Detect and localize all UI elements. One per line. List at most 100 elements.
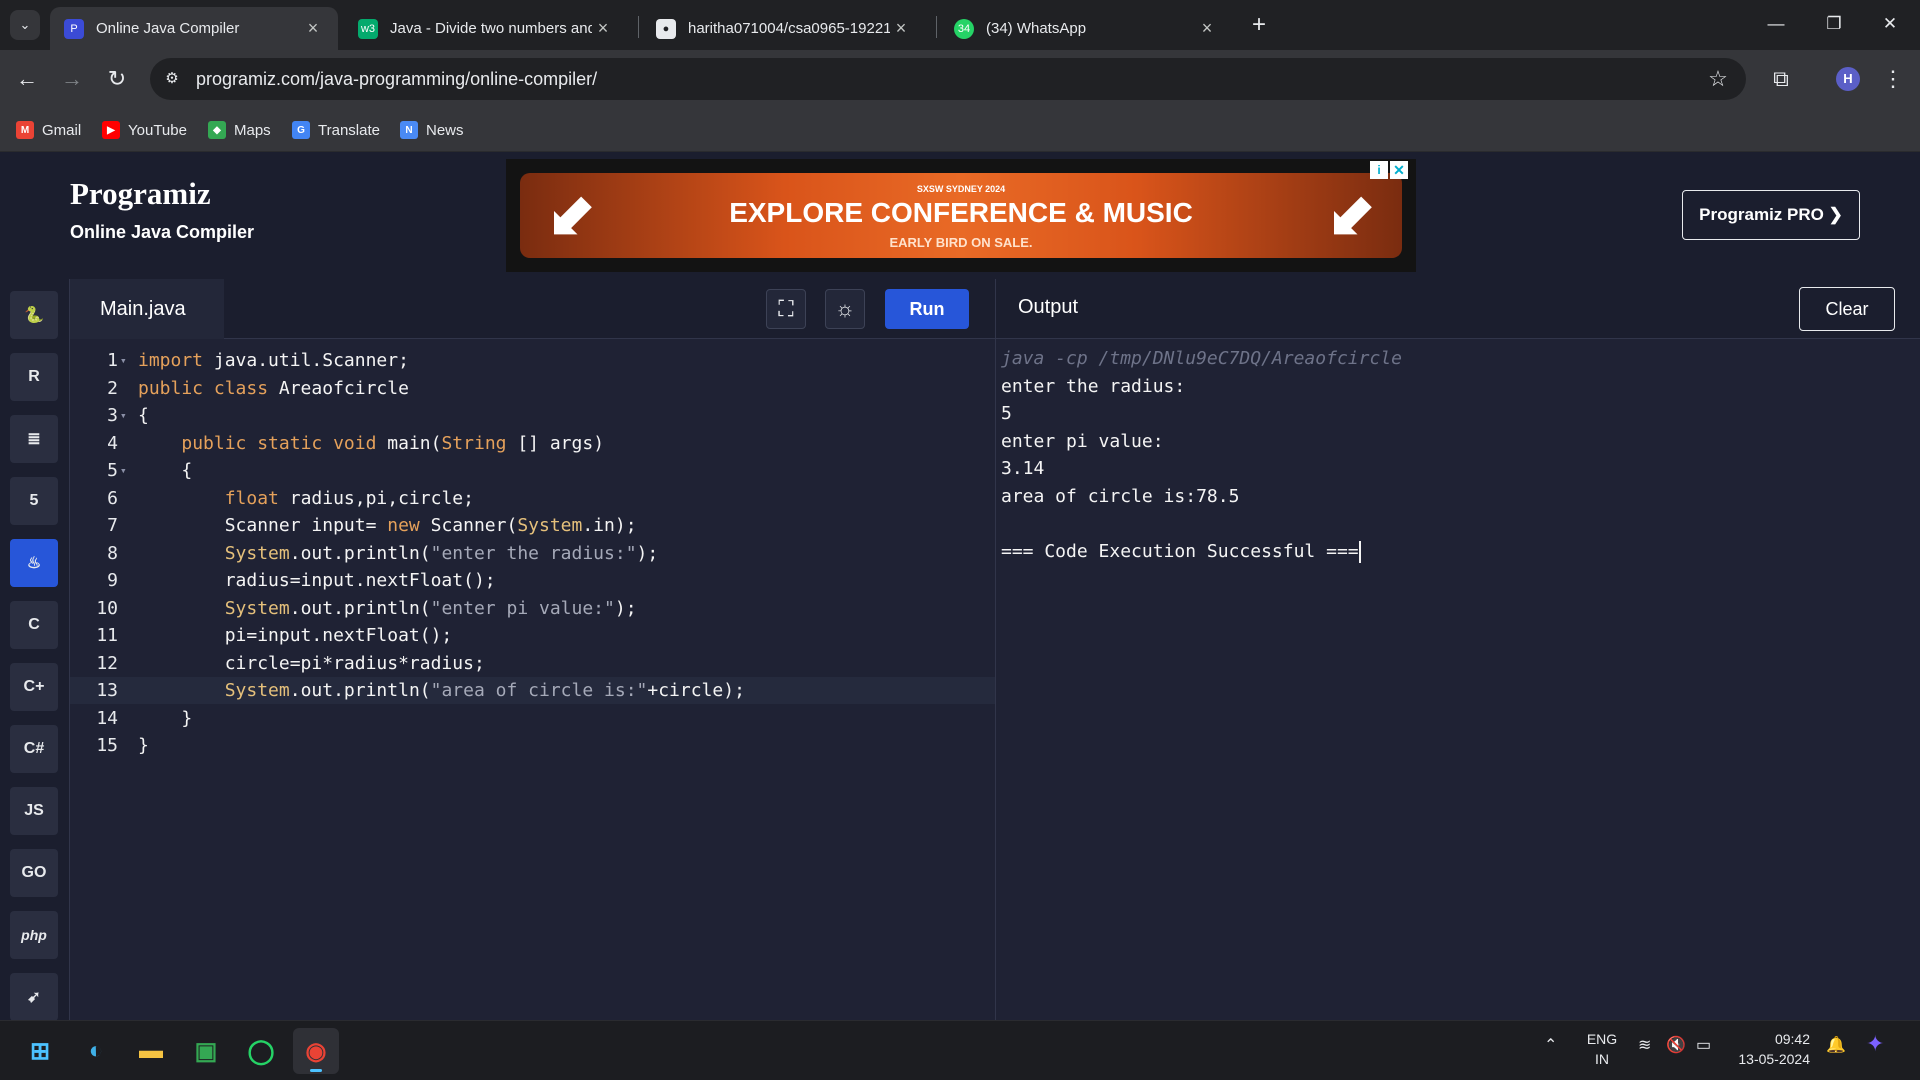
- code-line[interactable]: 12 circle=pi*radius*radius;: [70, 650, 995, 677]
- browser-tab[interactable]: w3 Java - Divide two numbers and ×: [344, 7, 628, 50]
- code-line[interactable]: 10 System.out.println("enter pi value:")…: [70, 595, 995, 622]
- new-tab-plus-icon[interactable]: +: [1244, 10, 1274, 40]
- tray-chevron-icon[interactable]: ⌃: [1544, 1035, 1557, 1055]
- code-editor[interactable]: 1 ▾ import java.util.Scanner; 2 public class…: [70, 339, 995, 1020]
- code-text: circle=pi*radius*radius;: [138, 652, 485, 674]
- code-line[interactable]: 14 }: [70, 705, 995, 732]
- code-line[interactable]: 8 System.out.println("enter the radius:"…: [70, 540, 995, 567]
- tab-title: haritha071004/csa0965-192210: [688, 20, 890, 37]
- language-indicator[interactable]: ENG IN: [1582, 1029, 1622, 1069]
- reload-icon[interactable]: ↻: [100, 62, 134, 96]
- browser-tab[interactable]: P Online Java Compiler ×: [50, 7, 338, 50]
- code-line[interactable]: 7 Scanner input= new Scanner(System.in);: [70, 512, 995, 539]
- code-line[interactable]: 4 public static void main(String [] args…: [70, 430, 995, 457]
- line-number: 1: [107, 350, 118, 371]
- whatsapp-icon[interactable]: ◯: [238, 1028, 284, 1074]
- tab-close-icon[interactable]: ×: [890, 18, 912, 39]
- browser-tab[interactable]: 34 (34) WhatsApp ×: [940, 7, 1232, 50]
- browser-menu-icon[interactable]: ⋮: [1878, 62, 1908, 96]
- battery-icon[interactable]: ▭: [1696, 1035, 1711, 1055]
- volume-muted-icon[interactable]: 🔇: [1666, 1035, 1686, 1055]
- ad-banner[interactable]: ⬋ ⬋ SXSW SYDNEY 2024 EXPLORE CONFERENCE …: [506, 159, 1416, 272]
- java-icon[interactable]: ♨: [10, 539, 58, 587]
- csharp-icon[interactable]: C#: [10, 725, 58, 773]
- file-explorer-icon[interactable]: ▬: [128, 1028, 174, 1074]
- code-text: public static void main(String [] args): [181, 432, 605, 454]
- bookmark-star-icon[interactable]: ☆: [1704, 65, 1732, 93]
- window-close-icon[interactable]: ✕: [1870, 8, 1910, 40]
- cpp-icon[interactable]: C+: [10, 663, 58, 711]
- code-line[interactable]: 5 ▾ {: [70, 457, 995, 484]
- site-info-icon[interactable]: ⚙: [160, 67, 184, 91]
- swift-icon[interactable]: ➹: [10, 973, 58, 1021]
- c-icon[interactable]: C: [10, 601, 58, 649]
- tab-close-icon[interactable]: ×: [592, 18, 614, 39]
- ad-subtitle: EARLY BIRD ON SALE.: [889, 235, 1033, 250]
- url-text[interactable]: programiz.com/java-programming/online-co…: [196, 69, 597, 90]
- fold-toggle-icon[interactable]: ▾: [120, 457, 127, 484]
- output-console[interactable]: java -cp /tmp/DNlu9eC7DQ/Areaofcircle ent…: [995, 339, 1920, 1020]
- code-line[interactable]: 11 pi=input.nextFloat();: [70, 622, 995, 649]
- address-bar[interactable]: ⚙ programiz.com/java-programming/online-…: [150, 58, 1746, 100]
- code-line[interactable]: 13 System.out.println("area of circle is…: [70, 677, 995, 704]
- fullscreen-icon[interactable]: ⛶: [766, 289, 806, 329]
- browser-tab[interactable]: ● haritha071004/csa0965-192210 ×: [642, 7, 926, 50]
- code-line[interactable]: 15}: [70, 732, 995, 759]
- python-icon[interactable]: 🐍: [10, 291, 58, 339]
- line-number: 10: [96, 597, 118, 619]
- back-arrow-icon[interactable]: ←: [10, 62, 44, 96]
- ad-creative[interactable]: ⬋ ⬋ SXSW SYDNEY 2024 EXPLORE CONFERENCE …: [520, 173, 1402, 258]
- bookmark-maps[interactable]: ◆ Maps: [208, 118, 271, 142]
- classroom-icon[interactable]: ▣: [183, 1028, 229, 1074]
- bookmark-translate[interactable]: G Translate: [292, 118, 380, 142]
- theme-toggle-sun-icon[interactable]: ☼: [825, 289, 865, 329]
- file-tab-main-java[interactable]: Main.java: [70, 279, 224, 339]
- html-icon[interactable]: 5: [10, 477, 58, 525]
- line-number: 12: [96, 652, 118, 674]
- r-icon[interactable]: R: [10, 353, 58, 401]
- php-icon[interactable]: php: [10, 911, 58, 959]
- go-icon[interactable]: GO: [10, 849, 58, 897]
- tab-separator: [638, 16, 639, 38]
- tab-close-icon[interactable]: ×: [302, 18, 324, 39]
- code-line[interactable]: 1 ▾ import java.util.Scanner;: [70, 347, 995, 374]
- forward-arrow-icon[interactable]: →: [55, 62, 89, 96]
- sql-icon[interactable]: ≣: [10, 415, 58, 463]
- edge-icon[interactable]: ◐: [73, 1028, 119, 1074]
- translate-icon: G: [292, 121, 310, 139]
- javascript-icon[interactable]: JS: [10, 787, 58, 835]
- profile-avatar[interactable]: H: [1836, 67, 1860, 91]
- tab-close-icon[interactable]: ×: [1196, 18, 1218, 39]
- chrome-icon[interactable]: ◉: [293, 1028, 339, 1074]
- copilot-icon[interactable]: ✦: [1866, 1031, 1884, 1057]
- bookmark-news[interactable]: N News: [400, 118, 464, 142]
- notification-bell-icon[interactable]: 🔔: [1826, 1035, 1846, 1055]
- logo-block[interactable]: Programiz Online Java Compiler: [70, 176, 254, 243]
- minimize-icon[interactable]: —: [1756, 8, 1796, 40]
- restore-icon[interactable]: ❐: [1814, 8, 1854, 40]
- code-line[interactable]: 6 float radius,pi,circle;: [70, 485, 995, 512]
- page-subtitle: Online Java Compiler: [70, 222, 255, 242]
- code-line[interactable]: 9 radius=input.nextFloat();: [70, 567, 995, 594]
- programiz-pro-button[interactable]: Programiz PRO ❯: [1682, 190, 1860, 240]
- run-button[interactable]: Run: [885, 289, 969, 329]
- programiz-logo[interactable]: Programiz: [70, 176, 254, 212]
- bookmark-youtube[interactable]: ▶ YouTube: [102, 118, 187, 142]
- ad-info-icon[interactable]: i: [1370, 161, 1388, 179]
- code-text: }: [138, 707, 193, 729]
- code-line[interactable]: 3 ▾ {: [70, 402, 995, 429]
- fold-toggle-icon[interactable]: ▾: [120, 402, 127, 429]
- ad-close-icon[interactable]: ✕: [1390, 161, 1408, 179]
- tab-search-chevron-icon[interactable]: ⌄: [10, 10, 40, 40]
- code-line[interactable]: 2 public class Areaofcircle: [70, 375, 995, 402]
- wifi-icon[interactable]: ≋: [1638, 1035, 1651, 1055]
- line-number: 15: [96, 735, 118, 756]
- windows-start-icon[interactable]: ⊞: [17, 1028, 63, 1074]
- extensions-puzzle-icon[interactable]: ⧉: [1764, 62, 1798, 96]
- system-clock[interactable]: 09:42 13-05-2024: [1730, 1029, 1810, 1069]
- bookmark-gmail[interactable]: M Gmail: [16, 118, 81, 142]
- fold-toggle-icon[interactable]: ▾: [120, 347, 127, 374]
- clear-button[interactable]: Clear: [1799, 287, 1895, 331]
- code-text: radius=input.nextFloat();: [138, 570, 496, 591]
- bookmark-label: Gmail: [42, 121, 82, 139]
